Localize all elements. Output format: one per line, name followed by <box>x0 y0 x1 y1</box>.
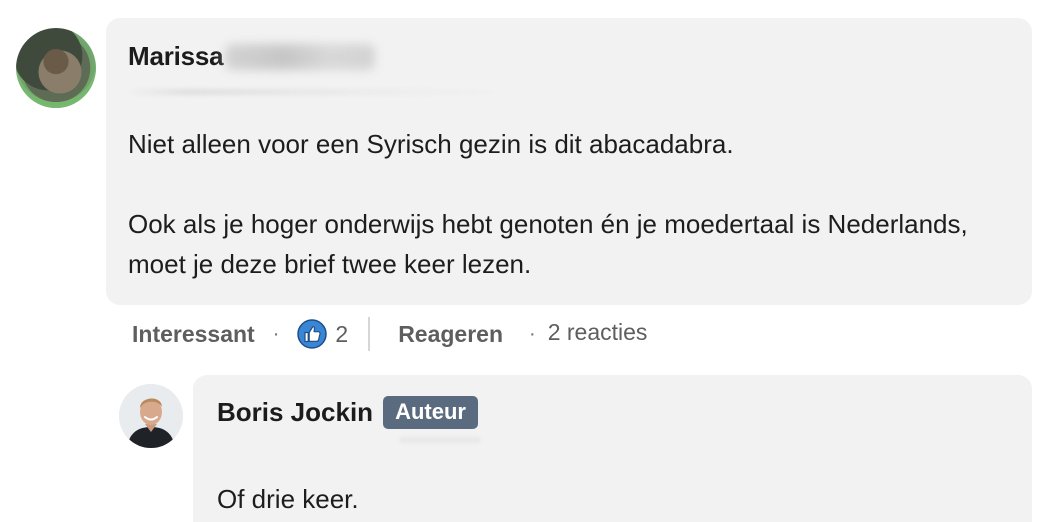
comment-author-name[interactable]: Marissa <box>128 41 224 72</box>
redacted-subtitle <box>400 438 480 442</box>
like-count: 2 <box>335 320 349 347</box>
comment-body: Niet alleen voor een Syrisch gezin is di… <box>128 124 1008 284</box>
thumbs-up-icon[interactable] <box>297 319 328 349</box>
avatar-ring <box>16 28 96 108</box>
comment-paragraph: Niet alleen voor een Syrisch gezin is di… <box>128 129 734 159</box>
author-badge: Auteur <box>383 396 478 429</box>
comment-actions: Interessant · 2 Reageren · 2 reacties <box>132 317 647 351</box>
separator-dot: · <box>272 322 280 345</box>
person-photo-icon <box>119 384 183 448</box>
interesting-button[interactable]: Interessant <box>132 321 255 348</box>
reply-author-name[interactable]: Boris Jockin <box>217 397 373 428</box>
comment-author-row: Marissa <box>128 41 376 72</box>
comment-paragraph: Ook als je hoger onderwijs hebt genoten … <box>128 209 968 279</box>
avatar[interactable] <box>16 28 96 108</box>
reply-avatar[interactable] <box>119 384 183 448</box>
reply-button[interactable]: Reageren <box>398 321 503 348</box>
comment-thread: Marissa Niet alleen voor een Syrisch gez… <box>0 0 1048 522</box>
reply-body: Of drie keer. <box>217 484 359 514</box>
divider <box>368 317 371 351</box>
redacted-surname <box>225 43 376 70</box>
reply-author-row: Boris Jockin Auteur <box>217 396 478 429</box>
redacted-subtitle <box>128 89 508 95</box>
separator-dot: · <box>529 322 536 345</box>
reactions-link[interactable]: 2 reacties <box>548 319 648 346</box>
